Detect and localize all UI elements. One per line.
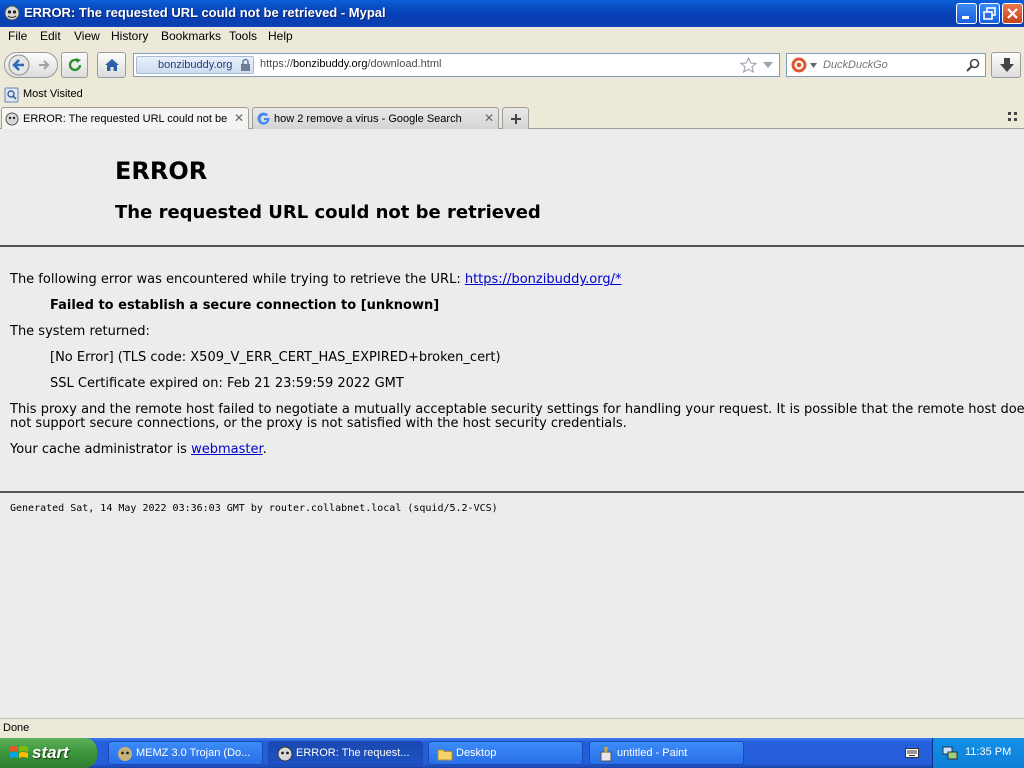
menu-help[interactable]: Help (268, 29, 293, 43)
menu-edit[interactable]: Edit (40, 29, 61, 43)
footer-divider (0, 491, 1024, 493)
tab-google-search[interactable]: how 2 remove a virus - Google Search ✕ (252, 107, 499, 129)
taskbar-item-label: Desktop (456, 747, 497, 759)
google-icon (257, 112, 270, 125)
mypal-tab-icon (5, 112, 19, 126)
tab-label: ERROR: The requested URL could not be re… (23, 113, 229, 125)
menu-view[interactable]: View (74, 29, 100, 43)
taskbar-item-label: ERROR: The request... (296, 747, 410, 759)
mypal-icon (4, 5, 20, 21)
window-title: ERROR: The requested URL could not be re… (24, 5, 386, 20)
site-identity-button[interactable]: bonzibuddy.org (136, 56, 254, 74)
tab-list-icon[interactable] (1008, 112, 1018, 122)
keyboard-icon[interactable] (905, 747, 919, 759)
bookmark-star-icon[interactable] (740, 57, 757, 73)
reload-icon (68, 58, 82, 72)
title-bar[interactable]: ERROR: The requested URL could not be re… (0, 0, 1024, 27)
error-intro-text: The following error was encountered whil… (10, 272, 465, 287)
explanation-line-2: not support secure connections, or the p… (10, 416, 627, 431)
url-host: bonzibuddy.org (293, 58, 368, 70)
close-button[interactable] (1002, 3, 1023, 24)
menu-bookmarks[interactable]: Bookmarks (161, 29, 221, 43)
tab-close-icon[interactable]: ✕ (483, 112, 495, 124)
webmaster-link[interactable]: webmaster (191, 442, 263, 457)
search-input[interactable] (823, 57, 961, 73)
taskbar-mypal[interactable]: ERROR: The request... (268, 741, 423, 765)
folder-icon (437, 749, 453, 761)
duckduckgo-icon[interactable] (791, 57, 807, 73)
menu-history[interactable]: History (111, 29, 148, 43)
new-tab-button[interactable] (502, 107, 529, 129)
error-intro: The following error was encountered whil… (10, 272, 622, 287)
downloads-button[interactable] (991, 52, 1021, 78)
plus-icon (511, 114, 521, 124)
most-visited-icon (4, 87, 19, 103)
taskbar-item-label: MEMZ 3.0 Trojan (Do... (136, 747, 251, 759)
taskbar-item-label: untitled - Paint (617, 747, 688, 759)
minimize-button[interactable] (956, 3, 977, 24)
back-icon[interactable] (8, 54, 30, 76)
most-visited-label: Most Visited (23, 88, 83, 100)
most-visited-folder[interactable]: Most Visited (4, 87, 84, 103)
tab-label: how 2 remove a virus - Google Search (274, 113, 462, 125)
search-bar[interactable] (786, 53, 986, 77)
tls-error-code: [No Error] (TLS code: X509_V_ERR_CERT_HA… (50, 350, 501, 365)
tab-strip: ERROR: The requested URL could not be re… (0, 105, 1024, 130)
cache-admin: Your cache administrator is webmaster. (10, 442, 267, 457)
status-bar: Done (0, 718, 1024, 738)
forward-icon[interactable] (37, 58, 51, 72)
taskbar-paint[interactable]: untitled - Paint (589, 741, 744, 765)
cert-expired-text: SSL Certificate expired on: Feb 21 23:59… (50, 376, 404, 391)
url-prefix: https:// (260, 58, 294, 70)
menu-tools[interactable]: Tools (229, 29, 257, 43)
status-text: Done (3, 722, 30, 734)
tab-error-page[interactable]: ERROR: The requested URL could not be re… (1, 107, 249, 130)
url-bar[interactable]: bonzibuddy.org https://bonzibuddy.org/do… (133, 53, 780, 77)
search-icon[interactable] (966, 58, 980, 72)
error-title: ERROR (115, 157, 208, 185)
restore-button[interactable] (979, 3, 1000, 24)
url-dropdown-icon[interactable] (763, 62, 773, 68)
start-button[interactable]: start (0, 738, 97, 768)
error-header: ERROR The requested URL could not be ret… (0, 129, 1024, 247)
taskbar-desktop[interactable]: Desktop (428, 741, 583, 765)
url-path: /download.html (367, 58, 442, 70)
home-button[interactable] (97, 52, 126, 78)
menu-file[interactable]: File (8, 29, 27, 43)
failure-message: Failed to establish a secure connection … (50, 298, 440, 313)
search-engine-dropdown-icon[interactable] (810, 63, 817, 68)
network-icon[interactable] (942, 745, 958, 761)
requested-url-link[interactable]: https://bonzibuddy.org/* (465, 272, 622, 287)
taskbar-memz[interactable]: MEMZ 3.0 Trojan (Do... (108, 741, 263, 765)
tab-close-icon[interactable]: ✕ (233, 112, 245, 124)
navigation-toolbar: bonzibuddy.org https://bonzibuddy.org/do… (0, 47, 1024, 85)
windows-logo-icon (10, 746, 28, 758)
reload-button[interactable] (61, 52, 88, 78)
error-subtitle: The requested URL could not be retrieved (115, 202, 541, 223)
mypal-icon (277, 746, 293, 762)
url-text[interactable]: https://bonzibuddy.org/download.html (260, 58, 441, 70)
clock[interactable]: 11:35 PM (965, 746, 1011, 758)
site-identity-label: bonzibuddy.org (158, 59, 233, 71)
start-label: start (32, 743, 69, 762)
paint-icon (600, 747, 612, 762)
system-returned-label: The system returned: (10, 324, 150, 339)
system-tray: 11:35 PM (932, 738, 1024, 768)
bookmarks-toolbar: Most Visited (0, 85, 1024, 105)
generated-footer: Generated Sat, 14 May 2022 03:36:03 GMT … (10, 503, 498, 514)
home-icon (105, 59, 119, 71)
page-content: ERROR The requested URL could not be ret… (0, 129, 1024, 718)
taskbar: start MEMZ 3.0 Trojan (Do... ERROR: The … (0, 738, 1024, 768)
cache-admin-suffix: . (262, 442, 267, 457)
back-forward-group (4, 52, 58, 78)
memz-icon (118, 747, 132, 761)
menu-bar: File Edit View History Bookmarks Tools H… (0, 27, 1024, 47)
lock-icon (241, 58, 250, 71)
download-icon (1000, 58, 1014, 72)
explanation-line-1: This proxy and the remote host failed to… (10, 402, 1024, 417)
cache-admin-text: Your cache administrator is (10, 442, 192, 457)
